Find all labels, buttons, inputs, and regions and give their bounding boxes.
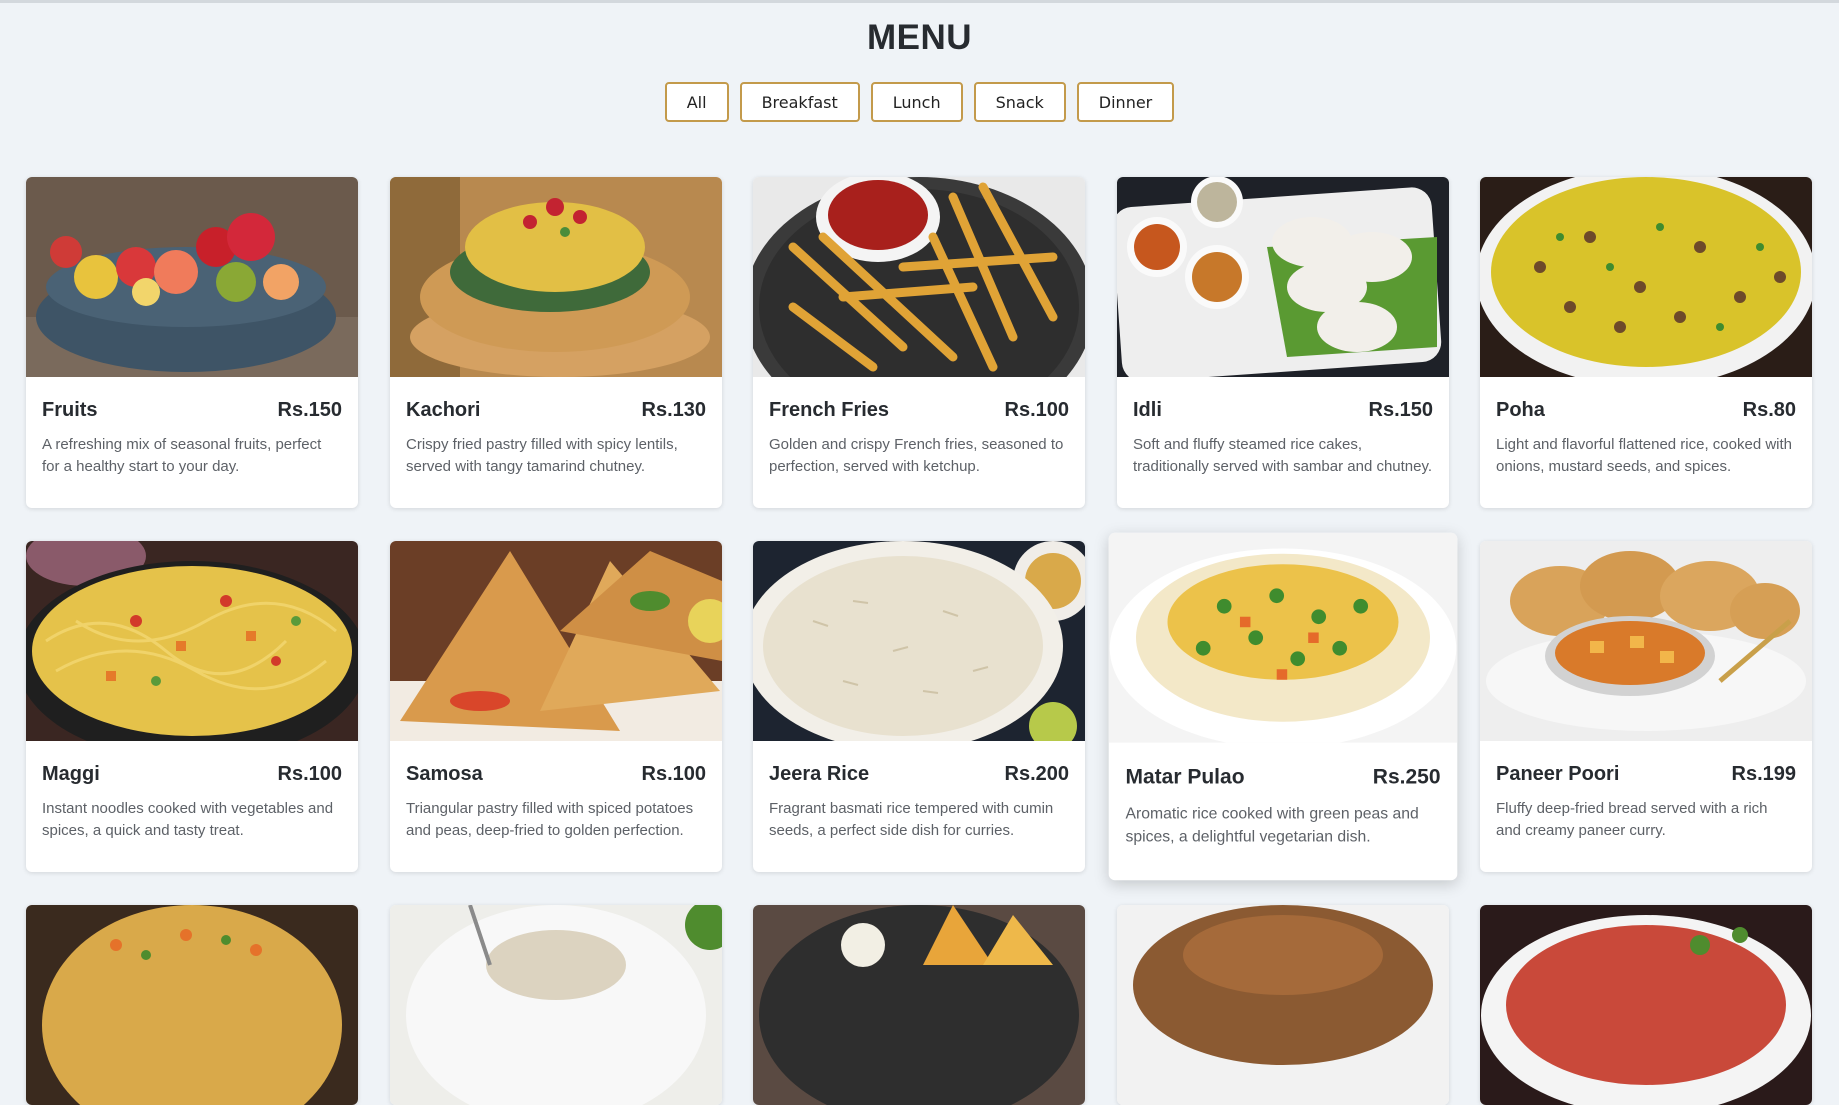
filter-dinner-button[interactable]: Dinner — [1076, 82, 1175, 122]
menu-card-samosa[interactable]: Samosa Rs.100 Triangular pastry filled w… — [390, 541, 722, 872]
item-description: A refreshing mix of seasonal fruits, per… — [42, 436, 322, 475]
category-filter-bar: All Breakfast Lunch Snack Dinner — [0, 82, 1839, 122]
maggi-photo — [26, 541, 358, 741]
item-price: Rs.80 — [1742, 399, 1796, 421]
item-description: Fragrant basmati rice tempered with cumi… — [769, 800, 1054, 839]
item-price: Rs.199 — [1731, 763, 1797, 785]
salad-photo — [1480, 905, 1812, 1105]
item-description: Soft and fluffy steamed rice cakes, trad… — [1133, 436, 1433, 475]
menu-card-row3-3[interactable] — [753, 905, 1085, 1105]
top-border — [0, 0, 1839, 3]
filter-lunch-button[interactable]: Lunch — [870, 82, 963, 122]
filter-snack-button[interactable]: Snack — [973, 82, 1066, 122]
item-name: Kachori — [406, 399, 481, 421]
item-price: Rs.100 — [277, 763, 343, 785]
item-price: Rs.200 — [1004, 763, 1070, 785]
item-price: Rs.150 — [277, 399, 343, 421]
item-price: Rs.100 — [641, 763, 707, 785]
menu-card-row3-1[interactable] — [26, 905, 358, 1105]
menu-card-maggi[interactable]: Maggi Rs.100 Instant noodles cooked with… — [26, 541, 358, 872]
french-fries-photo — [753, 177, 1085, 377]
item-description: Aromatic rice cooked with green peas and… — [1125, 804, 1419, 846]
item-description: Crispy fried pastry filled with spicy le… — [406, 436, 678, 475]
item-name: French Fries — [769, 399, 890, 421]
item-name: Samosa — [406, 763, 483, 785]
item-description: Instant noodles cooked with vegetables a… — [42, 800, 334, 839]
menu-card-kachori[interactable]: Kachori Rs.130 Crispy fried pastry fille… — [390, 177, 722, 508]
item-name: Fruits — [42, 399, 98, 421]
item-description: Fluffy deep-fried bread served with a ri… — [1496, 800, 1768, 839]
item-description: Golden and crispy French fries, seasoned… — [769, 436, 1064, 475]
menu-card-idli[interactable]: Idli Rs.150 Soft and fluffy steamed rice… — [1117, 177, 1449, 508]
item-name: Jeera Rice — [769, 763, 870, 785]
sandwich-photo — [390, 905, 722, 1105]
menu-card-poha[interactable]: Poha Rs.80 Light and flavorful flattened… — [1480, 177, 1812, 508]
upma-photo — [26, 905, 358, 1105]
dosa-photo — [753, 905, 1085, 1105]
item-name: Matar Pulao — [1125, 765, 1245, 789]
menu-card-fruits[interactable]: Fruits Rs.150 A refreshing mix of season… — [26, 177, 358, 508]
item-name: Idli — [1133, 399, 1162, 421]
menu-card-row3-5[interactable] — [1480, 905, 1812, 1105]
item-name: Poha — [1496, 399, 1545, 421]
filter-breakfast-button[interactable]: Breakfast — [739, 82, 860, 122]
fruits-bowl-photo — [26, 177, 358, 377]
item-name: Maggi — [42, 763, 100, 785]
chicken-photo — [1117, 905, 1449, 1105]
poha-photo — [1480, 177, 1812, 377]
paneer-poori-photo — [1480, 541, 1812, 741]
item-description: Triangular pastry filled with spiced pot… — [406, 800, 694, 839]
menu-card-row3-2[interactable] — [390, 905, 722, 1105]
item-description: Light and flavorful flattened rice, cook… — [1496, 436, 1793, 475]
idli-photo — [1117, 177, 1449, 377]
item-price: Rs.100 — [1004, 399, 1070, 421]
menu-card-row3-4[interactable] — [1117, 905, 1449, 1105]
page-title: MENU — [866, 18, 973, 57]
menu-card-french-fries[interactable]: French Fries Rs.100 Golden and crispy Fr… — [753, 177, 1085, 508]
samosa-photo — [390, 541, 722, 741]
item-price: Rs.150 — [1368, 399, 1434, 421]
jeera-rice-photo — [753, 541, 1085, 741]
menu-card-jeera-rice[interactable]: Jeera Rice Rs.200 Fragrant basmati rice … — [753, 541, 1085, 872]
item-name: Paneer Poori — [1496, 763, 1620, 785]
menu-card-paneer-poori[interactable]: Paneer Poori Rs.199 Fluffy deep-fried br… — [1480, 541, 1812, 872]
item-price: Rs.250 — [1372, 765, 1441, 789]
kachori-photo — [390, 177, 722, 377]
item-price: Rs.130 — [641, 399, 707, 421]
filter-all-button[interactable]: All — [664, 82, 729, 122]
matar-pulao-photo — [1108, 532, 1458, 743]
menu-card-matar-pulao[interactable]: Matar Pulao Rs.250 Aromatic rice cooked … — [1108, 532, 1458, 881]
